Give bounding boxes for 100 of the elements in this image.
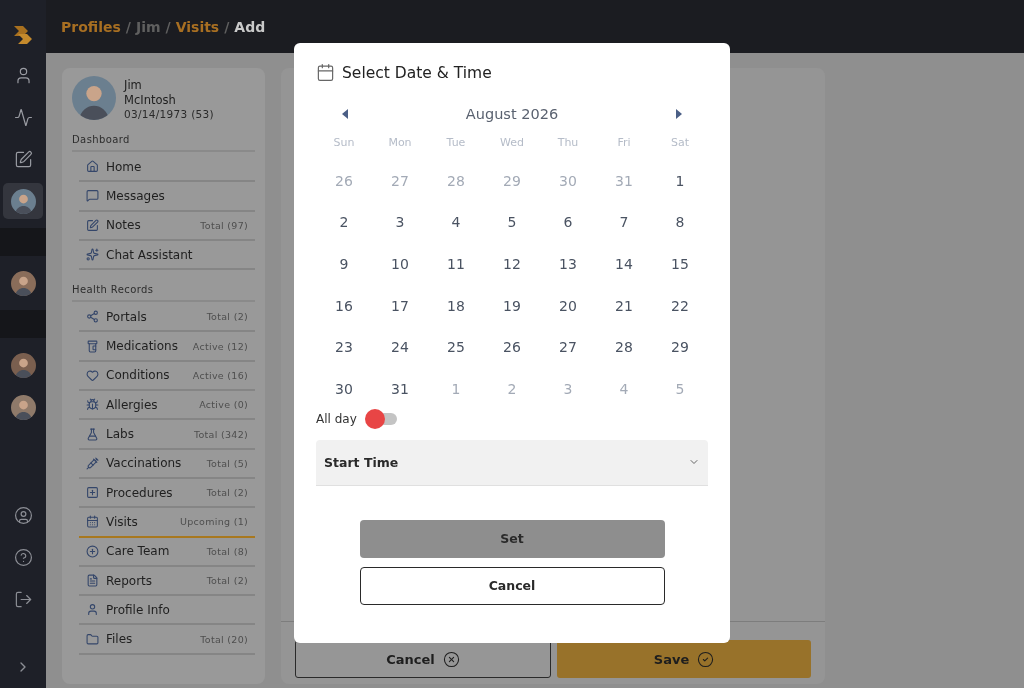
last-name: McIntosh <box>124 93 177 108</box>
breadcrumb-item: Jim <box>135 18 161 35</box>
start-time-select[interactable]: Start Time <box>316 439 708 486</box>
calendar-day[interactable]: 6 <box>540 201 596 244</box>
nav-item[interactable]: Portals Total (2) <box>79 303 255 333</box>
chat-bubble-icon <box>86 189 99 203</box>
nav-item[interactable]: Labs Total (342) <box>79 420 255 450</box>
nav-item[interactable]: Reports Total (2) <box>79 566 255 597</box>
avatar <box>72 76 116 120</box>
pulse-icon[interactable] <box>13 107 33 127</box>
calendar-day[interactable]: 14 <box>596 243 652 285</box>
edit-icon[interactable] <box>13 149 33 169</box>
breadcrumb-separator: / <box>224 18 230 35</box>
toggle-label: All day <box>316 411 357 426</box>
calendar-day[interactable]: 11 <box>428 243 484 285</box>
account-icon[interactable] <box>13 505 33 525</box>
calendar-day[interactable]: 12 <box>484 243 540 285</box>
edit-icon <box>86 218 99 232</box>
calendar-day[interactable]: 13 <box>540 243 596 285</box>
avatar <box>10 188 36 214</box>
weekday-label: Sun <box>332 136 356 151</box>
home-icon <box>86 160 99 174</box>
calendar-day[interactable]: 2 <box>316 201 372 244</box>
folder-icon <box>86 632 99 646</box>
calendar-day[interactable]: 18 <box>428 284 484 327</box>
breadcrumb-item[interactable]: Profiles <box>61 18 121 35</box>
calendar-day[interactable]: 29 <box>652 326 708 368</box>
calendar-day[interactable]: 1 <box>652 160 708 202</box>
calendar-day[interactable]: 15 <box>652 243 708 285</box>
calendar-day[interactable]: 5 <box>484 201 540 244</box>
calendar-day[interactable]: 10 <box>372 243 428 285</box>
rail-band <box>0 228 46 256</box>
breadcrumb-separator: / <box>125 18 131 35</box>
calendar-day[interactable]: 22 <box>652 284 708 327</box>
section-title: Health Records <box>72 284 255 303</box>
weekday-label: Thu <box>556 136 580 151</box>
sparkles-icon <box>86 248 99 262</box>
calendar-day[interactable]: 19 <box>484 284 540 327</box>
breadcrumb-item[interactable]: Visits <box>175 18 220 35</box>
calendar-day[interactable]: 17 <box>372 284 428 327</box>
heart-icon <box>86 368 99 382</box>
close-icon <box>442 650 460 668</box>
set-button[interactable]: Set <box>359 519 665 558</box>
avatar <box>10 270 36 296</box>
calendar-day[interactable]: 31 <box>372 367 428 410</box>
nav-item[interactable]: Allergies Active (0) <box>79 391 255 421</box>
cancel-button[interactable]: Cancel <box>295 640 551 678</box>
nav-item[interactable]: Procedures Total (2) <box>79 478 255 509</box>
cancel-button[interactable]: Cancel <box>359 566 665 605</box>
nav-item[interactable]: Care Team Total (8) <box>79 537 255 567</box>
weekday-label: Sat <box>669 136 690 151</box>
previous-month-button[interactable] <box>340 107 350 121</box>
rail-band <box>0 310 46 338</box>
avatar <box>10 352 36 378</box>
next-month-button[interactable] <box>674 107 684 121</box>
calendar-day[interactable]: 25 <box>428 326 484 368</box>
calendar-day[interactable]: 28 <box>596 326 652 368</box>
nav-item[interactable]: Visits Upcoming (1) <box>79 508 255 538</box>
save-button[interactable]: Save <box>557 640 811 678</box>
check-icon <box>697 650 715 668</box>
calendar-day[interactable]: 9 <box>316 243 372 285</box>
calendar-day[interactable]: 7 <box>596 201 652 244</box>
nav-item[interactable]: Medications Active (12) <box>79 332 255 362</box>
calendar-day[interactable]: 21 <box>596 284 652 327</box>
logo-icon <box>12 23 34 45</box>
calendar-icon <box>86 515 99 529</box>
calendar-day[interactable]: 20 <box>540 284 596 327</box>
circle-plus-icon <box>86 544 99 558</box>
nav-item[interactable]: Home <box>79 153 255 183</box>
breadcrumb-separator: / <box>165 18 171 35</box>
calendar-day[interactable]: 26 <box>484 326 540 368</box>
avatar-button[interactable] <box>3 183 43 219</box>
nav-item[interactable]: Profile Info <box>79 596 255 626</box>
bug-icon <box>86 398 99 412</box>
section-title: Dashboard <box>72 134 255 152</box>
help-icon[interactable] <box>13 547 33 567</box>
nav-item[interactable]: Messages <box>79 182 255 212</box>
month-label: August 2026 <box>465 106 559 122</box>
network-icon <box>86 310 99 324</box>
calendar-day[interactable]: 27 <box>540 326 596 368</box>
weekday-label: Tue <box>445 136 467 151</box>
calendar-day[interactable]: 3 <box>372 201 428 244</box>
syringe-icon <box>86 456 99 470</box>
calendar-day[interactable]: 24 <box>372 326 428 368</box>
nav-item[interactable]: Conditions Active (16) <box>79 361 255 392</box>
nav-item[interactable]: Notes Total (97) <box>79 211 255 241</box>
nav-item[interactable]: Files Total (20) <box>79 625 255 655</box>
flask-icon <box>86 427 99 441</box>
avatar <box>10 394 36 420</box>
calendar-day[interactable]: 30 <box>316 367 372 410</box>
breadcrumb-item: Add <box>234 18 266 35</box>
calendar-day[interactable]: 8 <box>652 201 708 244</box>
logout-icon[interactable] <box>13 589 33 609</box>
calendar-day[interactable]: 16 <box>316 284 372 327</box>
calendar-day[interactable]: 4 <box>428 201 484 244</box>
weekday-label: Fri <box>616 136 632 151</box>
nav-item[interactable]: Chat Assistant <box>79 240 255 271</box>
square-plus-icon <box>86 486 99 500</box>
nav-item[interactable]: Vaccinations Total (5) <box>79 449 255 479</box>
calendar-day[interactable]: 23 <box>316 326 372 368</box>
